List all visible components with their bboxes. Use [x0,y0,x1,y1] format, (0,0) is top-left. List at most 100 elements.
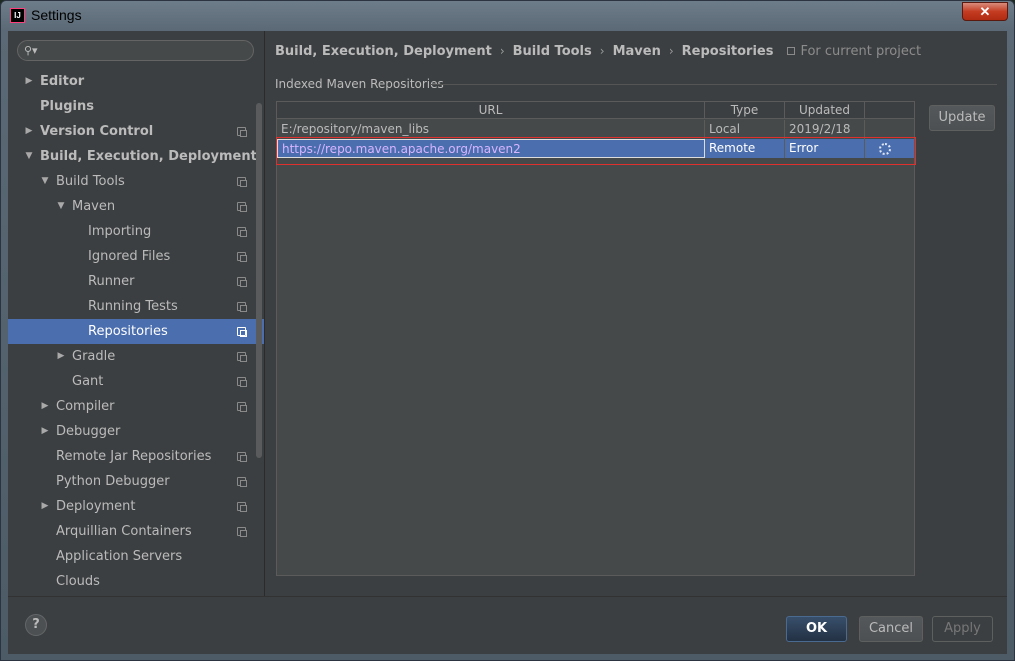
sidebar-item-label: Gradle [72,349,116,364]
update-button[interactable]: Update [929,105,995,131]
window-title: Settings [31,7,82,23]
chevron-down-icon[interactable]: ▼ [24,151,34,161]
chevron-right-icon[interactable]: ▶ [40,501,50,511]
project-scope-icon [237,502,247,512]
title-bar[interactable]: IJ Settings ✕ [1,1,1014,31]
sidebar-item-editor[interactable]: ▶ Editor [8,69,264,94]
sidebar-item-label: Remote Jar Repositories [56,449,212,464]
project-scope-icon [237,352,247,362]
sidebar-item-label: Clouds [56,574,100,589]
breadcrumb-build-execution-deployment: Build, Execution, Deployment [275,43,492,59]
search-icon[interactable]: ⚲▾ [24,44,42,58]
settings-search-input[interactable]: ⚲▾ [17,40,254,61]
breadcrumb-repositories: Repositories [681,43,774,59]
help-button[interactable]: ? [25,614,47,636]
sidebar-item-label: Maven [72,199,116,214]
sidebar-item-runner[interactable]: Runner [8,269,264,294]
sidebar-item-deployment[interactable]: ▶ Deployment [8,494,264,519]
chevron-right-icon[interactable]: ▶ [56,351,66,361]
column-header-type[interactable]: Type [705,102,785,119]
project-scope-icon [237,277,247,287]
sidebar-item-gant[interactable]: Gant [8,369,264,394]
sidebar-item-label: Ignored Files [88,249,171,264]
project-scope-icon [237,527,247,537]
project-scope-icon [237,227,247,237]
column-header-status [865,102,914,119]
apply-button[interactable]: Apply [932,616,993,642]
sidebar-item-remote-jar-repositories[interactable]: Remote Jar Repositories [8,444,264,469]
chevron-right-icon[interactable]: ▶ [40,426,50,436]
sidebar-item-build-tools[interactable]: ▼ Build Tools [8,169,264,194]
sidebar-item-label: Debugger [56,424,121,439]
sidebar-item-label: Compiler [56,399,115,414]
close-icon: ✕ [979,4,991,19]
sidebar-item-gradle[interactable]: ▶ Gradle [8,344,264,369]
sidebar-item-label: Repositories [88,324,168,339]
cancel-button[interactable]: Cancel [859,616,923,642]
breadcrumb-maven: Maven [612,43,661,59]
table-header: URL Type Updated [277,102,914,119]
settings-sidebar: ⚲▾ ▶ Editor Plugins ▶ Version Control ▼ Build,… [8,31,264,596]
project-scope-icon [237,202,247,212]
sidebar-item-plugins[interactable]: Plugins [8,94,264,119]
sidebar-item-compiler[interactable]: ▶ Compiler [8,394,264,419]
sidebar-item-version-control[interactable]: ▶ Version Control [8,119,264,144]
sidebar-item-build-execution-deployment[interactable]: ▼ Build, Execution, Deployment [8,144,264,169]
column-header-updated[interactable]: Updated [785,102,865,119]
footer-separator [8,596,1007,597]
sidebar-item-running-tests[interactable]: Running Tests [8,294,264,319]
chevron-right-icon[interactable]: ▶ [24,126,34,136]
ok-button[interactable]: OK [786,616,847,642]
annotation-highlight-box [276,137,916,165]
sidebar-item-application-servers[interactable]: Application Servers [8,544,264,569]
project-scope-icon [237,177,247,187]
sidebar-item-label: Gant [72,374,104,389]
project-scope-icon [237,327,247,337]
intellij-app-icon: IJ [10,8,25,23]
repositories-panel: Build, Execution, Deployment › Build Too… [265,31,1007,596]
sidebar-item-label: Running Tests [88,299,178,314]
sidebar-scrollbar[interactable] [256,103,262,458]
project-scope-icon [787,47,796,55]
breadcrumb-separator: › [499,44,505,58]
sidebar-item-label: Application Servers [56,549,183,564]
project-scope-icon [237,402,247,412]
sidebar-item-importing[interactable]: Importing [8,219,264,244]
sidebar-item-maven[interactable]: ▼ Maven [8,194,264,219]
breadcrumb-build-tools: Build Tools [512,43,592,59]
repositories-table[interactable]: URL Type Updated E:/repository/maven_lib… [276,101,915,576]
project-scope-icon [237,477,247,487]
sidebar-item-python-debugger[interactable]: Python Debugger [8,469,264,494]
group-title-line [431,84,997,85]
sidebar-item-debugger[interactable]: ▶ Debugger [8,419,264,444]
sidebar-item-ignored-files[interactable]: Ignored Files [8,244,264,269]
chevron-down-icon[interactable]: ▼ [56,201,66,211]
sidebar-item-repositories[interactable]: Repositories [8,319,264,344]
indexed-repositories-title: Indexed Maven Repositories [275,77,444,91]
sidebar-item-arquillian-containers[interactable]: Arquillian Containers [8,519,264,544]
settings-window: IJ Settings ✕ ⚲▾ ▶ Editor Plugins ▶ Version … [0,0,1015,661]
column-header-url[interactable]: URL [277,102,705,119]
project-scope-text: For current project [800,43,922,59]
breadcrumb-separator: › [668,44,674,58]
sidebar-item-label: Build Tools [56,174,125,189]
project-scope-icon [237,252,247,262]
chevron-right-icon[interactable]: ▶ [40,401,50,411]
project-scope-icon [237,377,247,387]
sidebar-item-label: Python Debugger [56,474,170,489]
chevron-down-icon[interactable]: ▼ [40,176,50,186]
breadcrumb: Build, Execution, Deployment › Build Too… [275,42,921,60]
settings-client-area: ⚲▾ ▶ Editor Plugins ▶ Version Control ▼ Build,… [8,31,1007,654]
help-icon: ? [32,617,40,632]
project-scope-label: For current project [787,44,921,59]
sidebar-item-clouds[interactable]: Clouds [8,569,264,594]
sidebar-item-label: Plugins [40,99,94,114]
sidebar-item-label: Importing [88,224,152,239]
close-button[interactable]: ✕ [962,2,1008,21]
sidebar-item-label: Version Control [40,124,154,139]
breadcrumb-separator: › [599,44,605,58]
sidebar-item-label: Build, Execution, Deployment [40,149,257,164]
sidebar-item-label: Runner [88,274,135,289]
chevron-right-icon[interactable]: ▶ [24,76,34,86]
sidebar-item-label: Deployment [56,499,136,514]
